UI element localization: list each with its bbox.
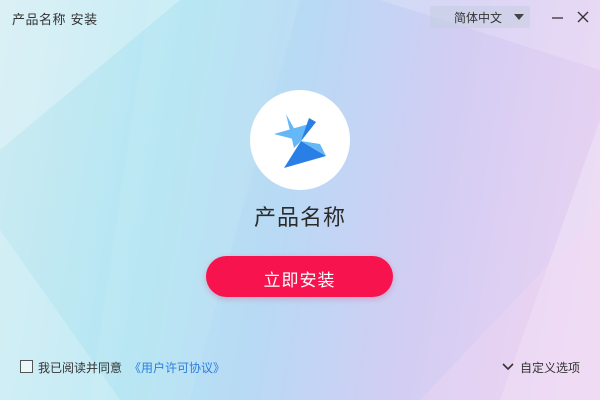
close-icon [577, 11, 589, 23]
agree-label: 我已阅读并同意 [38, 361, 123, 375]
custom-options-label: 自定义选项 [520, 361, 581, 375]
language-select-value: 简体中文 [454, 11, 503, 25]
chevron-down-icon [502, 363, 514, 371]
caret-down-icon [514, 14, 524, 20]
product-name: 产品名称 [253, 206, 346, 231]
title-bar: 产品名称 安装 简体中文 [0, 0, 600, 34]
custom-options-toggle[interactable]: 自定义选项 [500, 358, 590, 376]
close-button[interactable] [572, 6, 594, 28]
agree-checkbox[interactable] [20, 360, 33, 373]
install-now-label: 立即安装 [263, 271, 336, 290]
license-agreement-link[interactable]: 《用户许可协议》 [129, 359, 225, 376]
window-title: 产品名称 安装 [12, 13, 98, 28]
language-select[interactable]: 简体中文 [430, 6, 530, 28]
minimize-button[interactable] [546, 6, 568, 28]
pinwheel-logo-icon [274, 114, 326, 168]
minimize-icon [552, 17, 563, 19]
app-logo [250, 90, 350, 190]
install-now-button[interactable]: 立即安装 [206, 256, 393, 297]
